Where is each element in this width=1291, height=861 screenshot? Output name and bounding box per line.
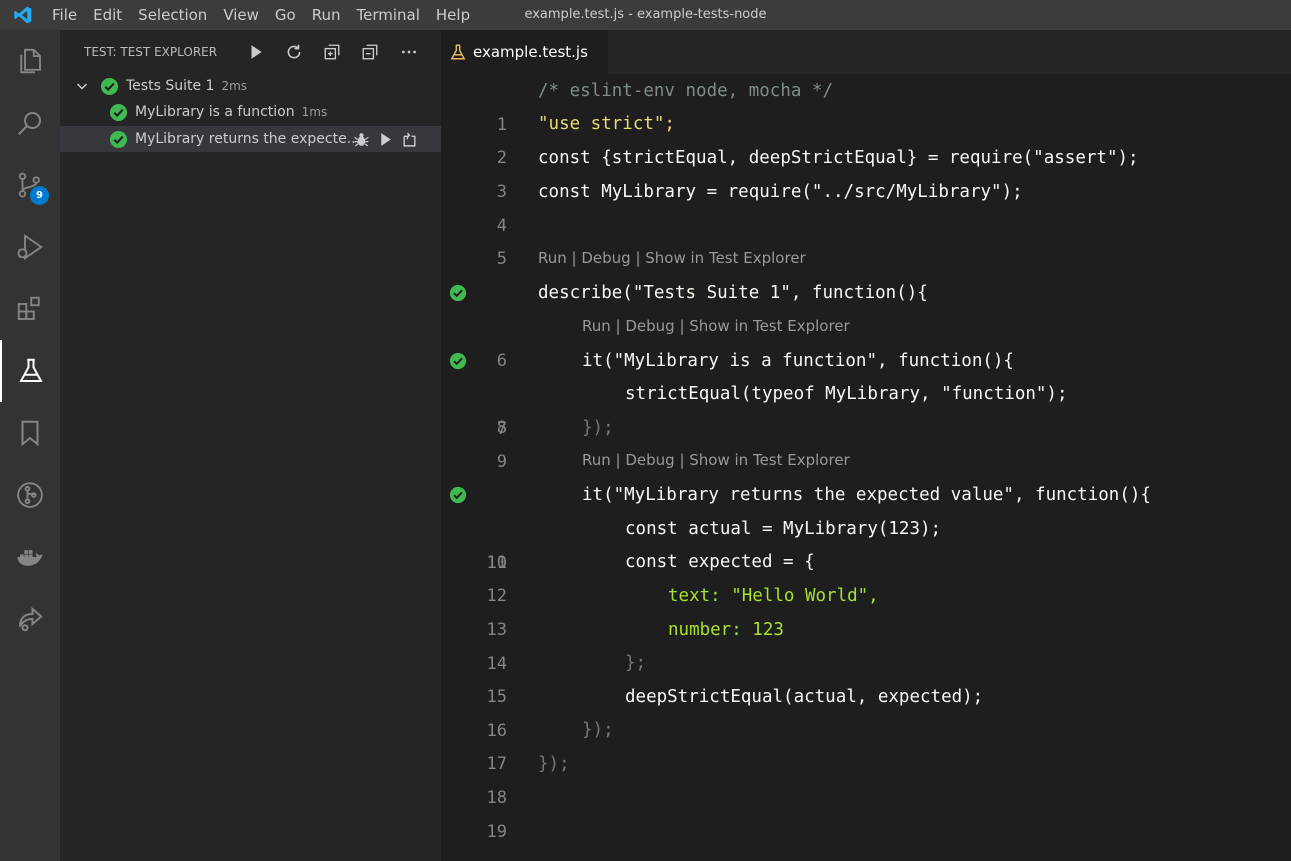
codelens-run-debug[interactable]: Run | Debug | Show in Test Explorer [538,247,806,269]
debug-test-icon[interactable] [351,129,371,149]
line-text: const expected = { [625,552,815,572]
tree-item-suite[interactable]: Tests Suite 1 2ms [60,73,441,99]
tree-item-test-selected[interactable]: MyLibrary returns the expecte... [60,126,441,152]
line-text: }); [582,720,614,740]
line-number: 9 [496,452,507,472]
line-text: /* eslint-env node, mocha */ [538,81,834,101]
tree-item-label: MyLibrary is a function [135,104,295,120]
sidebar-header: TEST: TEST EXPLORER [60,30,441,74]
row-actions [351,129,419,149]
menu-edit[interactable]: Edit [85,0,130,30]
line-text: it("MyLibrary returns the expected value… [582,485,1151,505]
tab-bar: example.test.js [441,30,1291,74]
passed-icon [100,77,119,95]
side-bar: TEST: TEST EXPLORER Tests Suite 1 2ms My… [60,30,441,861]
code-line: 2 "use strict"; [441,107,1291,168]
code-line: 18 }); [441,747,1291,808]
chevron-down-icon[interactable] [74,78,90,94]
menu-terminal[interactable]: Terminal [349,0,428,30]
menu-run[interactable]: Run [304,0,349,30]
live-share-icon[interactable] [0,588,60,650]
tree-item-duration: 1ms [301,105,328,119]
line-text: describe("Tests Suite 1", function(){ [538,283,928,303]
code-line: 11 const actual = MyLibrary(123); [441,512,1291,573]
tree-item-test[interactable]: MyLibrary is a function 1ms [60,99,441,125]
refresh-icon[interactable] [282,41,306,63]
line-text: deepStrictEqual(actual, expected); [625,687,984,707]
line-text: const actual = MyLibrary(123); [625,519,942,539]
code-line: 3 const {strictEqual, deepStrictEqual} =… [441,141,1291,202]
line-text: strictEqual(typeof MyLibrary, "function"… [625,384,1068,404]
tree-item-duration: 2ms [221,79,248,93]
code-line: 16 deepStrictEqual(actual, expected); [441,680,1291,741]
test-explorer-icon[interactable] [0,340,60,402]
more-actions-icon[interactable] [397,41,421,63]
scm-badge: 9 [30,186,49,205]
code-line: 19 [441,781,1291,842]
code-line: 4 const MyLibrary = require("../src/MyLi… [441,175,1291,236]
passed-icon [109,130,128,148]
activity-bar: 9 [0,30,60,861]
line-text: }); [582,418,614,438]
bookmarks-icon[interactable] [0,402,60,464]
menu-go[interactable]: Go [267,0,304,30]
flask-icon [450,44,466,60]
vscode-logo-icon [14,6,32,24]
passed-icon [109,103,128,121]
tree-item-label: MyLibrary returns the expecte... [135,131,361,147]
code-line: 1 /* eslint-env node, mocha */ [441,74,1291,135]
code-area[interactable]: 1 /* eslint-env node, mocha */ 2 "use st… [441,74,1291,861]
sidebar-title: TEST: TEST EXPLORER [84,45,218,59]
title-bar: example.test.js - example-tests-node Fil… [0,0,1291,30]
line-text: "use strict"; [538,114,675,134]
passed-icon[interactable] [449,486,467,504]
explorer-icon[interactable] [0,30,60,92]
search-icon[interactable] [0,92,60,154]
line-text: const MyLibrary = require("../src/MyLibr… [538,182,1023,202]
extensions-icon[interactable] [0,278,60,340]
menu-file[interactable]: File [44,0,85,30]
menu-help[interactable]: Help [428,0,478,30]
collapse-all-icon[interactable] [358,41,382,63]
line-number: 19 [486,822,507,842]
line-text: const {strictEqual, deepStrictEqual} = r… [538,148,1139,168]
run-test-icon[interactable] [375,129,395,149]
line-text: }; [625,653,647,673]
docker-icon[interactable] [0,526,60,588]
editor: example.test.js 1 /* eslint-env node, mo… [441,30,1291,861]
passed-icon[interactable] [449,352,467,370]
code-line: 15 }; [441,646,1291,707]
code-line: 14 number: 123 [441,613,1291,674]
run-all-icon[interactable] [244,41,268,63]
tree-item-label: Tests Suite 1 [126,78,215,94]
menu-view[interactable]: View [215,0,267,30]
codelens-run-debug[interactable]: Run | Debug | Show in Test Explorer [582,449,850,471]
code-line: 17 }); [441,713,1291,774]
expand-all-icon[interactable] [320,41,344,63]
line-text: }); [538,754,570,774]
codelens-run-debug[interactable]: Run | Debug | Show in Test Explorer [582,315,850,337]
code-line: 6 describe("Tests Suite 1", function(){ [441,276,1291,371]
code-line: 7 it("MyLibrary is a function", function… [441,344,1291,439]
git-graph-icon[interactable] [0,464,60,526]
tab-label: example.test.js [473,43,588,61]
code-line: 10 it("MyLibrary returns the expected va… [441,478,1291,573]
line-text: text: "Hello World", [668,586,879,606]
code-line: 8 strictEqual(typeof MyLibrary, "functio… [441,377,1291,438]
menu-bar: File Edit Selection View Go Run Terminal… [44,0,478,30]
line-text: it("MyLibrary is a function", function()… [582,351,1014,371]
passed-icon[interactable] [449,284,467,302]
source-control-icon[interactable] [0,154,60,216]
code-line: 9 }); [441,411,1291,472]
tab-example-test-js[interactable]: example.test.js [441,30,608,74]
line-number: 5 [496,249,507,269]
code-line: 5 [441,208,1291,269]
go-to-source-icon[interactable] [399,129,419,149]
line-text: number: 123 [668,620,784,640]
code-line: 12 const expected = { [441,545,1291,606]
menu-selection[interactable]: Selection [130,0,215,30]
code-line: 13 text: "Hello World", [441,579,1291,640]
run-debug-icon[interactable] [0,216,60,278]
